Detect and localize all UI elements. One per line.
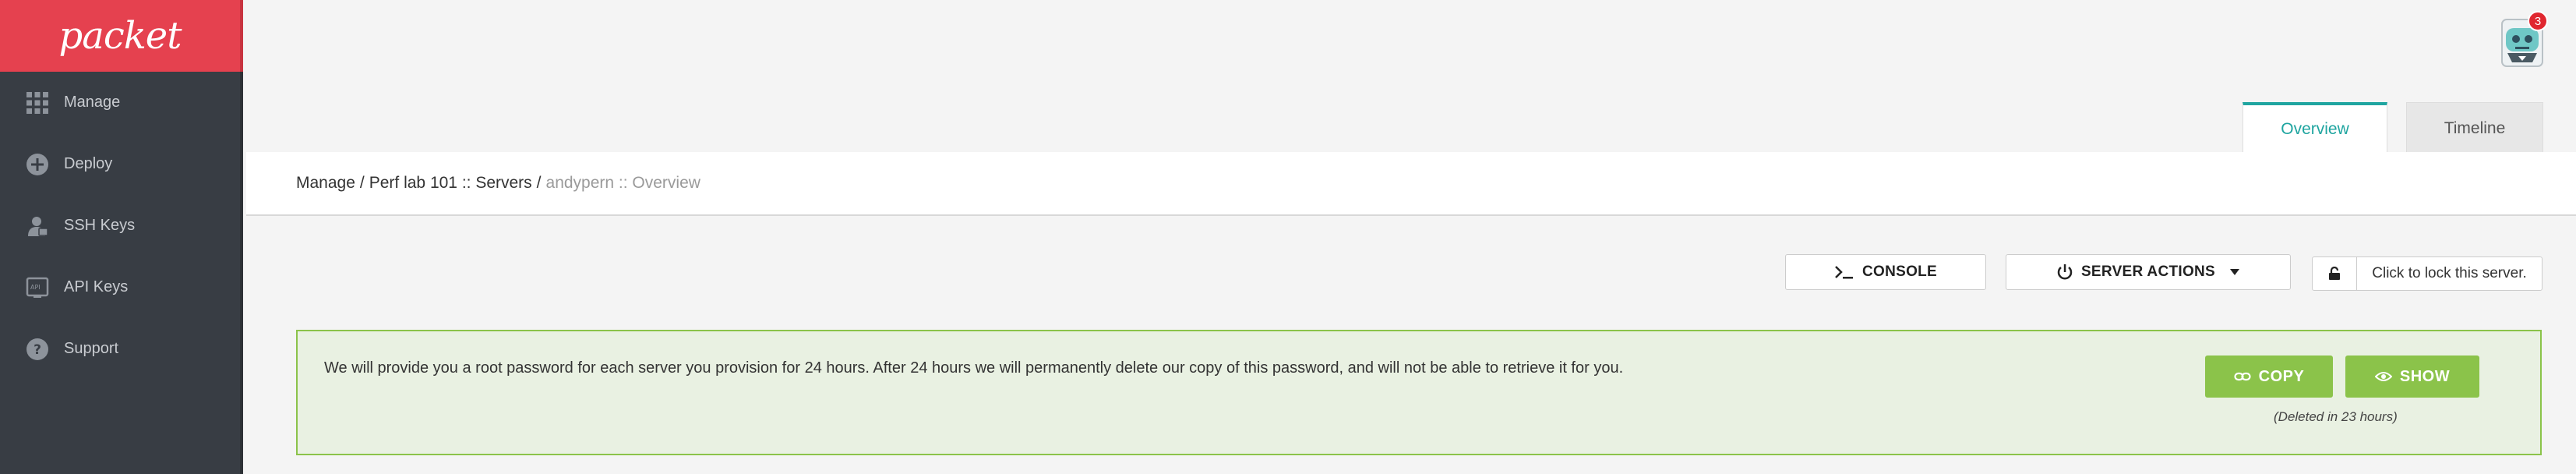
svg-text:API: API [30,284,41,291]
server-actions-label: SERVER ACTIONS [2080,264,2216,280]
link-icon [2234,371,2251,382]
breadcrumb-separator: / [536,174,542,192]
show-password-button[interactable]: SHOW [2345,356,2479,398]
sidebar-item-deploy[interactable]: Deploy [0,133,240,195]
sidebar-item-api-keys[interactable]: API API Keys [0,256,240,318]
sidebar-item-manage[interactable]: Manage [0,72,240,133]
breadcrumb: Manage / Perf lab 101 :: Servers / andyp… [246,152,2576,216]
packet-logo[interactable]: packet [0,0,243,72]
sidebar-item-support[interactable]: ? Support [0,318,240,380]
console-label: CONSOLE [1861,264,1938,280]
terminal-icon [1834,264,1854,280]
root-password-notice: We will provide you a root password for … [296,330,2542,455]
grid-icon [25,90,50,115]
svg-text:?: ? [34,342,41,358]
lock-button[interactable] [2313,257,2357,290]
server-actions-button[interactable]: SERVER ACTIONS [2006,254,2291,290]
key-user-icon [25,214,50,239]
page-tabs: Overview Timeline [2243,102,2543,154]
user-avatar[interactable]: 3 [2501,11,2548,67]
copy-label: COPY [2258,367,2305,385]
notification-badge: 3 [2528,11,2548,31]
sidebar-item-label: Deploy [64,155,113,172]
show-label: SHOW [2399,367,2451,385]
lock-hint: Click to lock this server. [2372,265,2527,281]
sidebar-item-label: SSH Keys [64,217,136,234]
api-icon: API [25,275,50,300]
sidebar-item-label: API Keys [64,278,129,295]
sidebar-item-label: Support [64,340,119,357]
lock-server-control: Click to lock this server. [2312,256,2542,291]
console-button[interactable]: CONSOLE [1785,254,1986,290]
unlock-icon [2329,267,2340,280]
power-icon [2056,264,2073,281]
breadcrumb-manage-link[interactable]: Manage [296,174,355,193]
logo-text: packet [58,14,182,58]
eye-icon [2374,371,2392,382]
sidebar: packet Manage Deploy SSH Keys API API Ke… [0,0,243,474]
breadcrumb-current: andypern :: Overview [545,174,700,192]
tab-overview[interactable]: Overview [2243,102,2387,154]
breadcrumb-separator: / [359,174,365,192]
sidebar-item-label: Manage [64,94,121,111]
top-header: 3 Overview Timeline [246,0,2576,154]
notice-message: We will provide you a root password for … [324,359,1624,377]
caret-down-icon [2229,268,2240,276]
deletion-countdown: (Deleted in 23 hours) [2274,409,2398,424]
plus-circle-icon [25,152,50,177]
sidebar-item-ssh-keys[interactable]: SSH Keys [0,195,240,256]
help-icon: ? [25,337,50,362]
tab-timeline[interactable]: Timeline [2406,102,2543,154]
sidebar-nav: Manage Deploy SSH Keys API API Keys ? Su… [0,72,240,380]
copy-password-button[interactable]: COPY [2205,356,2333,398]
breadcrumb-project-link[interactable]: Perf lab 101 :: Servers [369,174,532,193]
